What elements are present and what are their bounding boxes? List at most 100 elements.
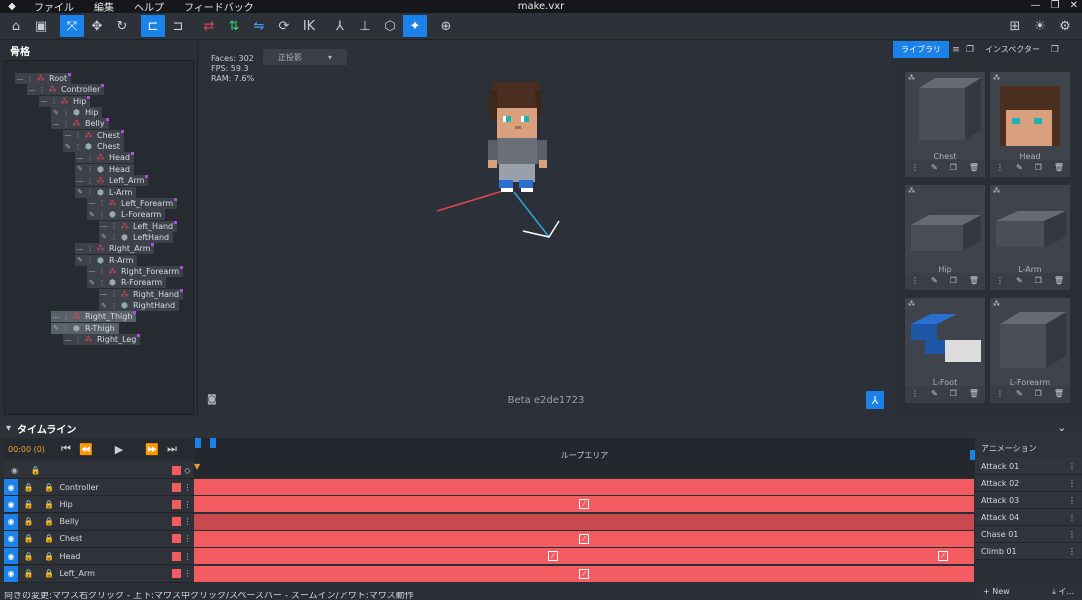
minimize-icon[interactable]: —: [1031, 0, 1041, 11]
keyframe[interactable]: ⁄: [937, 551, 948, 562]
drag-handle-icon[interactable]: ⋮: [85, 165, 95, 173]
tree-node-bone[interactable]: — ⋮ ⁂ Right_Thigh: [51, 311, 137, 323]
tree-node-mesh[interactable]: ✎ ⋮ ⬢ R-Thigh: [51, 322, 119, 334]
track-bar[interactable]: ⁄ ⁄: [194, 548, 974, 565]
collapse-icon[interactable]: —: [51, 120, 61, 128]
edit-icon[interactable]: ✎: [75, 165, 85, 173]
keyframe[interactable]: ⁄: [579, 499, 589, 510]
edit-icon[interactable]: ✎: [87, 279, 97, 287]
eye-icon[interactable]: ◉: [4, 496, 19, 513]
eye-icon[interactable]: ◉: [4, 565, 19, 582]
edit-icon[interactable]: ✎: [1016, 389, 1023, 401]
tree-node-mesh[interactable]: ✎ ⋮ ⬢ L-Arm: [75, 186, 137, 198]
play-icon[interactable]: ▶: [96, 443, 142, 456]
axis-toggle-button[interactable]: ⅄: [866, 391, 884, 409]
prev-frame-icon[interactable]: ⏪: [76, 443, 96, 456]
track-bar[interactable]: [194, 513, 974, 530]
more-icon[interactable]: ⋮: [1068, 547, 1076, 556]
drag-handle-icon[interactable]: ⋮: [97, 199, 107, 207]
rotate-tool-icon[interactable]: ↻: [110, 15, 134, 37]
collapse-icon[interactable]: —: [51, 313, 61, 321]
edit-icon[interactable]: ✎: [51, 109, 61, 117]
tree-node-mesh[interactable]: ✎ ⋮ ⬢ Head: [75, 163, 134, 175]
collapse-icon[interactable]: —: [39, 97, 49, 105]
track-row[interactable]: ◉ 🔒 🔒 Left_Arm ⋮ ⁄: [4, 565, 974, 583]
track-bar[interactable]: ⁄: [194, 496, 974, 513]
tree-node-mesh[interactable]: ✎ ⋮ ⬢ R-Arm: [75, 254, 138, 266]
next-frame-icon[interactable]: ⏩: [142, 443, 162, 456]
collapse-icon[interactable]: —: [75, 177, 85, 185]
animation-item[interactable]: Attack 01 ⋮: [975, 458, 1082, 475]
edit-icon[interactable]: ✎: [99, 302, 109, 310]
tree-node-mesh[interactable]: ✎ ⋮ ⬢ LeftHand: [99, 231, 174, 243]
tree-node-bone[interactable]: — ⋮ ⁂ Hip: [39, 95, 91, 107]
lock-child-icon[interactable]: 🔒: [39, 500, 60, 509]
track-row[interactable]: ◉ 🔒 🔒 Head ⋮ ⁄ ⁄: [4, 548, 974, 566]
drag-handle-icon[interactable]: ⋮: [85, 154, 95, 162]
more-icon[interactable]: ⋮: [911, 276, 919, 288]
tree-node-bone[interactable]: — ⋮ ⁂ Left_Forearm: [87, 197, 178, 209]
keyframe-diamond-icon[interactable]: ◇: [181, 466, 194, 475]
tree-node-bone[interactable]: — ⋮ ⁂ Belly: [51, 118, 109, 130]
more-icon[interactable]: ⋮: [1068, 530, 1076, 539]
more-icon[interactable]: ⋮: [181, 517, 194, 526]
restore-icon[interactable]: ❐: [1051, 0, 1060, 11]
drag-handle-icon[interactable]: ⋮: [61, 313, 71, 321]
tree-node-mesh[interactable]: ✎ ⋮ ⬢ L-Forearm: [87, 209, 166, 221]
drag-handle-icon[interactable]: ⋮: [61, 109, 71, 117]
lock-child-icon[interactable]: 🔒: [39, 517, 60, 526]
cube-icon[interactable]: ⬡: [378, 15, 402, 37]
delete-icon[interactable]: 🗑: [969, 276, 979, 288]
drag-handle-icon[interactable]: ⋮: [73, 336, 83, 344]
animation-item[interactable]: Attack 02 ⋮: [975, 475, 1082, 492]
edit-icon[interactable]: ✎: [1016, 163, 1023, 175]
tree-node-bone[interactable]: — ⋮ ⁂ Root: [15, 73, 72, 84]
animation-item[interactable]: Chase 01 ⋮: [975, 526, 1082, 543]
eye-icon[interactable]: ◉: [4, 548, 19, 565]
drag-handle-icon[interactable]: ⋮: [25, 75, 35, 83]
lock-icon[interactable]: 🔒: [25, 466, 46, 475]
more-icon[interactable]: ⋮: [181, 500, 194, 509]
drag-handle-icon[interactable]: ⋮: [97, 211, 107, 219]
select-tool-icon[interactable]: ⤧: [60, 15, 84, 37]
list-icon[interactable]: ≡: [949, 45, 963, 55]
pivot-alt-icon[interactable]: ⊐: [166, 15, 190, 37]
color-swatch[interactable]: [172, 465, 181, 475]
more-icon[interactable]: ⋮: [996, 163, 1004, 175]
tree-node-mesh[interactable]: ✎ ⋮ ⬢ Hip: [51, 107, 103, 119]
first-frame-icon[interactable]: ⏮: [56, 442, 76, 456]
new-file-icon[interactable]: ⌂: [4, 15, 28, 37]
more-icon[interactable]: ⋮: [1068, 496, 1076, 505]
animation-item[interactable]: Climb 01 ⋮: [975, 543, 1082, 560]
tree-node-bone[interactable]: — ⋮ ⁂ Controller: [27, 84, 105, 96]
timeline-chevron-icon[interactable]: ⌄: [1058, 423, 1066, 434]
drag-handle-icon[interactable]: ⋮: [109, 233, 119, 241]
collapse-icon[interactable]: —: [99, 290, 109, 298]
track-bar[interactable]: ⁄: [194, 565, 974, 582]
move-tool-icon[interactable]: ✥: [85, 15, 109, 37]
tree-node-bone[interactable]: — ⋮ ⁂ Right_Leg: [63, 334, 141, 346]
color-swatch[interactable]: [172, 517, 181, 527]
hierarchy-icon[interactable]: ⊥: [353, 15, 377, 37]
delete-icon[interactable]: 🗑: [1054, 276, 1064, 288]
collapse-icon[interactable]: —: [63, 336, 73, 344]
loop-start-handle[interactable]: [195, 438, 201, 448]
edit-icon[interactable]: ✎: [75, 256, 85, 264]
library-item[interactable]: ⁂ Chest ⋮ ✎ ❐ 🗑: [905, 72, 985, 177]
edit-icon[interactable]: ✎: [99, 233, 109, 241]
delete-icon[interactable]: 🗑: [1054, 163, 1064, 175]
axis-icon[interactable]: ⅄: [328, 15, 352, 37]
edit-icon[interactable]: ✎: [87, 211, 97, 219]
tab-library[interactable]: ライブラリ: [893, 41, 949, 58]
viewport-3d[interactable]: Faces: 302 FPS: 59.3 RAM: 7.6% 正投影 ▾ ◙ B…: [201, 40, 891, 415]
drag-handle-icon[interactable]: ⋮: [97, 267, 107, 275]
popout-icon[interactable]: ❐: [963, 45, 977, 55]
duplicate-icon[interactable]: ❐: [950, 389, 957, 401]
color-swatch[interactable]: [172, 551, 181, 561]
drag-handle-icon[interactable]: ⋮: [85, 188, 95, 196]
duplicate-icon[interactable]: ❐: [1035, 276, 1042, 288]
lock-child-icon[interactable]: 🔒: [39, 534, 60, 543]
animation-item[interactable]: Attack 04 ⋮: [975, 509, 1082, 526]
target-icon[interactable]: ⊕: [434, 15, 458, 37]
more-icon[interactable]: ⋮: [1068, 462, 1076, 471]
